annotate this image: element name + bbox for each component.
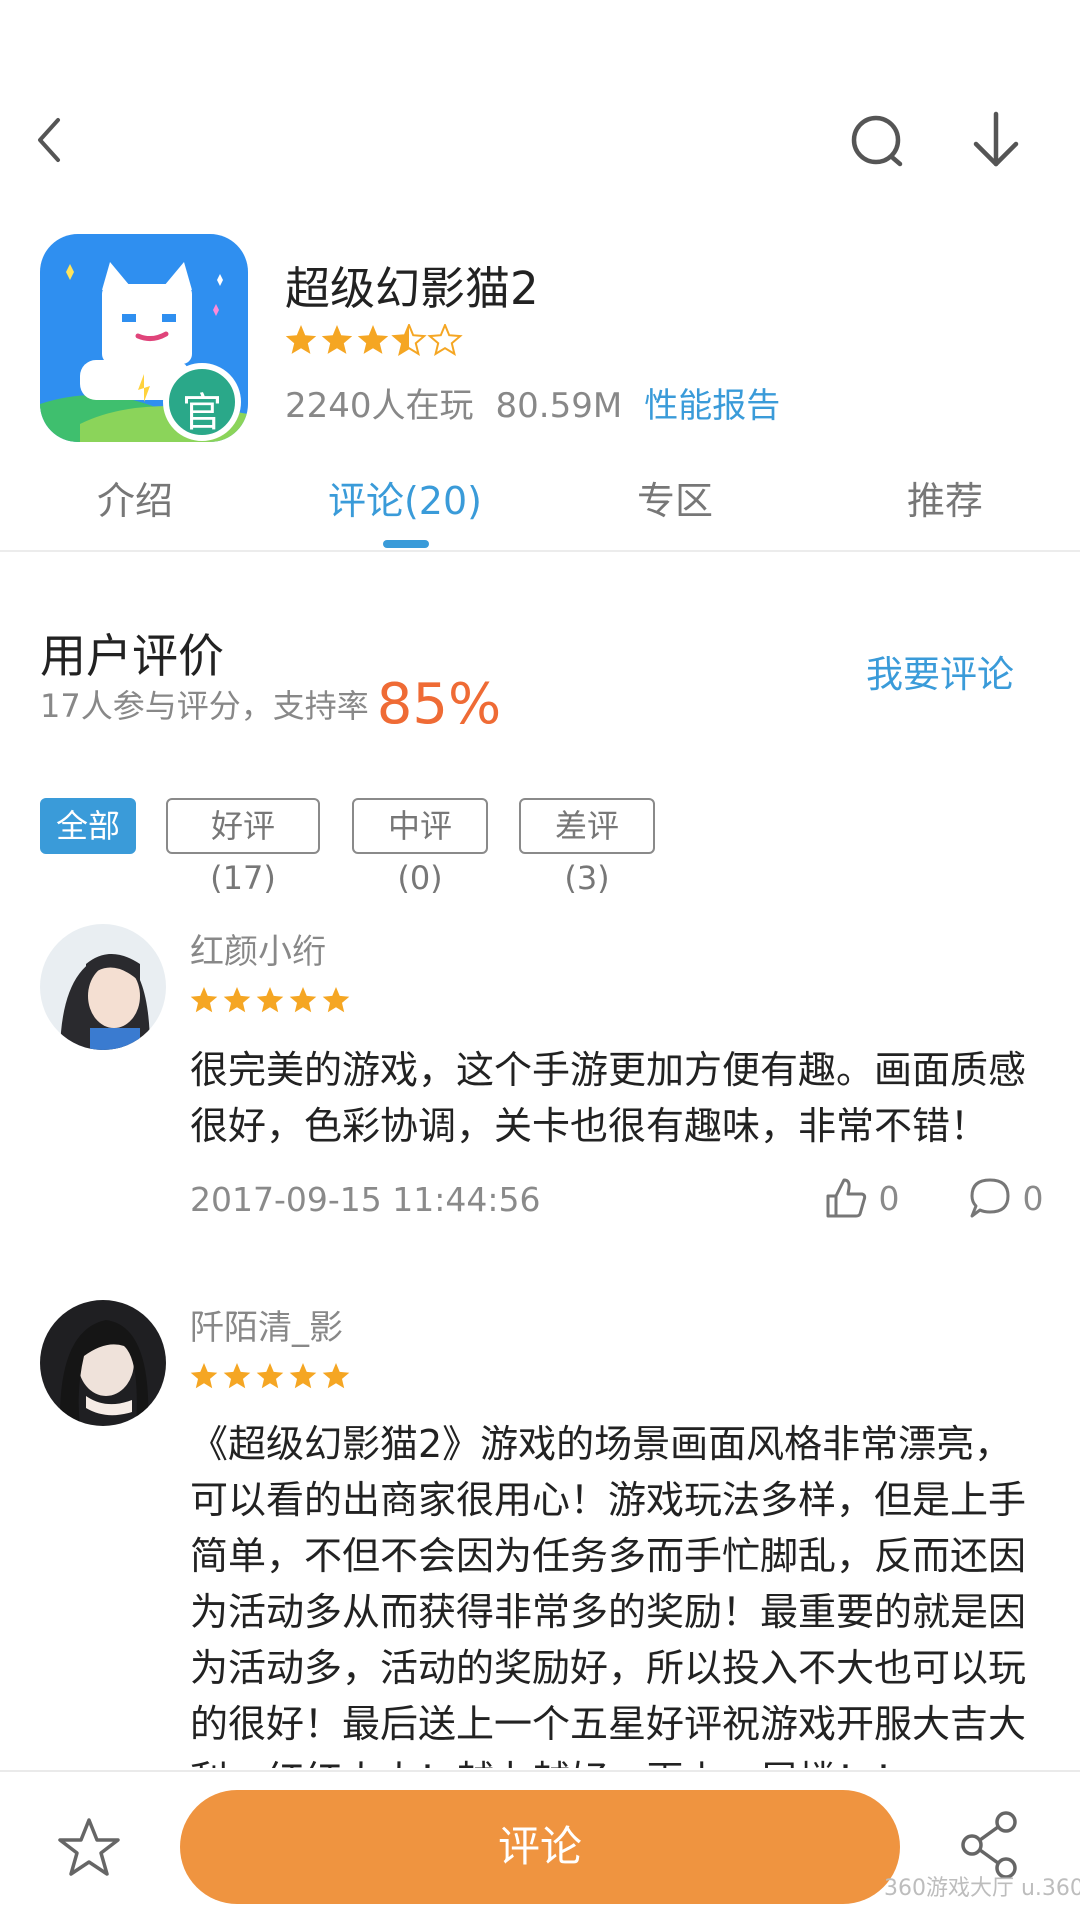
star-empty-icon	[427, 324, 463, 357]
favorite-star-icon[interactable]	[56, 1816, 122, 1880]
top-nav-bar	[0, 0, 1080, 230]
filter-neutral[interactable]: 中评(0)	[352, 798, 488, 897]
review-username: 阡陌清_影	[190, 1308, 343, 1348]
comment-button[interactable]: 评论	[180, 1790, 900, 1904]
star-full-icon	[357, 325, 389, 354]
star-full-icon	[256, 987, 284, 1013]
review-username: 红颜小绗	[190, 932, 326, 972]
rating-subtitle: 17人参与评分，支持率 85%	[40, 672, 501, 737]
perf-report-link[interactable]: 性能报告	[644, 386, 780, 426]
star-full-icon	[285, 325, 317, 354]
app-title: 超级幻影猫2	[285, 262, 539, 315]
watermark: 360游戏大厅 u.360.cn	[884, 1876, 1080, 1901]
reply-count: 0	[1022, 1179, 1044, 1218]
review-item: 红颜小绗 很完美的游戏，这个手游更加方便有趣。画面质感很好，色彩协调，关卡也很有…	[0, 924, 1080, 1254]
active-tab-indicator	[383, 540, 429, 548]
write-review-link[interactable]: 我要评论	[866, 644, 1014, 698]
player-count: 2240人在玩	[285, 386, 474, 426]
tab-comments[interactable]: 评论(20)	[270, 470, 540, 525]
tab-recommend[interactable]: 推荐	[810, 470, 1080, 525]
tab-zone[interactable]: 专区	[540, 470, 810, 525]
filter-positive[interactable]: 好评(17)	[166, 798, 320, 897]
review-date: 2017-09-15 11:44:56	[190, 1180, 541, 1219]
reply-action[interactable]: 0	[968, 1176, 1044, 1220]
like-action[interactable]: 0	[824, 1176, 900, 1220]
star-full-icon	[322, 987, 350, 1013]
review-filters: 全部 好评(17) 中评(0) 差评(3)	[0, 798, 1080, 897]
review-text: 很完美的游戏，这个手游更加方便有趣。画面质感很好，色彩协调，关卡也很有趣味，非常…	[190, 1048, 1027, 1148]
star-full-icon	[289, 1363, 317, 1389]
comment-bubble-icon	[970, 1178, 1010, 1218]
star-full-icon	[223, 1363, 251, 1389]
download-icon[interactable]	[966, 108, 1026, 172]
review-stars	[190, 987, 350, 1013]
star-full-icon	[321, 325, 353, 354]
thumbs-up-icon	[826, 1178, 867, 1218]
tab-bar: 介绍 评论(20) 专区 推荐	[0, 460, 1080, 552]
star-full-icon	[289, 987, 317, 1013]
app-icon[interactable]: 官	[40, 234, 248, 442]
star-full-icon	[322, 1363, 350, 1389]
like-count: 0	[878, 1179, 900, 1218]
star-full-icon	[256, 1363, 284, 1389]
support-rate: 85%	[376, 672, 502, 737]
official-badge-label: 官	[182, 390, 222, 436]
app-meta: 2240人在玩 80.59M 性能报告	[285, 378, 780, 427]
review-item: 阡陌清_影 《超级幻影猫2》游戏的场景画面风格非常漂亮，可以看的出商家很用心！游…	[0, 1300, 1080, 1768]
tab-intro[interactable]: 介绍	[0, 470, 270, 525]
app-rating-stars	[285, 324, 463, 357]
review-stars	[190, 1363, 350, 1389]
filter-all[interactable]: 全部	[40, 798, 136, 854]
rating-count-text: 17人参与评分，支持率	[40, 687, 369, 725]
back-arrow-icon[interactable]	[30, 110, 70, 170]
app-size: 80.59M	[495, 386, 623, 426]
star-full-icon	[190, 987, 218, 1013]
review-text: 《超级幻影猫2》游戏的场景画面风格非常漂亮，可以看的出商家很用心！游戏玩法多样，…	[190, 1422, 1027, 1768]
avatar[interactable]	[40, 1300, 166, 1426]
avatar[interactable]	[40, 924, 166, 1050]
rating-summary: 用户评价 17人参与评分，支持率 85% 我要评论	[0, 610, 1080, 740]
bottom-action-bar: 评论 360游戏大厅 u.360.cn	[0, 1770, 1080, 1920]
star-full-icon	[223, 987, 251, 1013]
search-icon[interactable]	[846, 110, 916, 170]
filter-negative[interactable]: 差评(3)	[519, 798, 655, 897]
star-full-icon	[190, 1363, 218, 1389]
app-header: 官 超级幻影猫2 2240人在玩 80.59M 性能报告	[0, 230, 1080, 450]
